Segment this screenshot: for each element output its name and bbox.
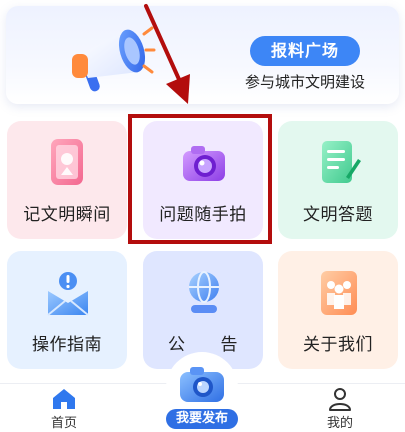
megaphone-icon	[72, 26, 156, 92]
tile-label: 操作指南	[32, 335, 102, 355]
envelope-icon	[47, 272, 89, 316]
people-icon	[321, 271, 357, 315]
tile-operation-guide[interactable]: 操作指南	[7, 251, 127, 369]
camera-icon[interactable]	[178, 362, 226, 406]
tile-about-us[interactable]: 关于我们	[278, 251, 398, 369]
user-icon	[329, 388, 351, 411]
banner-subtitle: 参与城市文明建设	[244, 73, 365, 91]
globe-icon	[189, 271, 219, 313]
tab-home[interactable]: 首页	[40, 386, 88, 431]
report-plaza-banner[interactable]: 报料广场 参与城市文明建设	[6, 6, 399, 104]
notepad-icon	[322, 141, 361, 183]
phone-icon	[51, 139, 83, 185]
tab-me[interactable]: 我的	[316, 386, 364, 431]
home-icon	[53, 389, 75, 409]
tile-label: 关于我们	[303, 335, 373, 355]
report-plaza-badge[interactable]: 报料广场	[250, 36, 360, 66]
tile-label: 记文明瞬间	[23, 205, 111, 225]
tab-me-label: 我的	[326, 416, 353, 431]
tile-record-civilization-moment[interactable]: 记文明瞬间	[7, 121, 127, 239]
tab-home-label: 首页	[50, 416, 77, 431]
tile-label: 文明答题	[303, 205, 373, 225]
tile-civilization-quiz[interactable]: 文明答题	[278, 121, 398, 239]
publish-button[interactable]: 我要发布	[166, 409, 238, 429]
highlight-box	[128, 114, 272, 244]
